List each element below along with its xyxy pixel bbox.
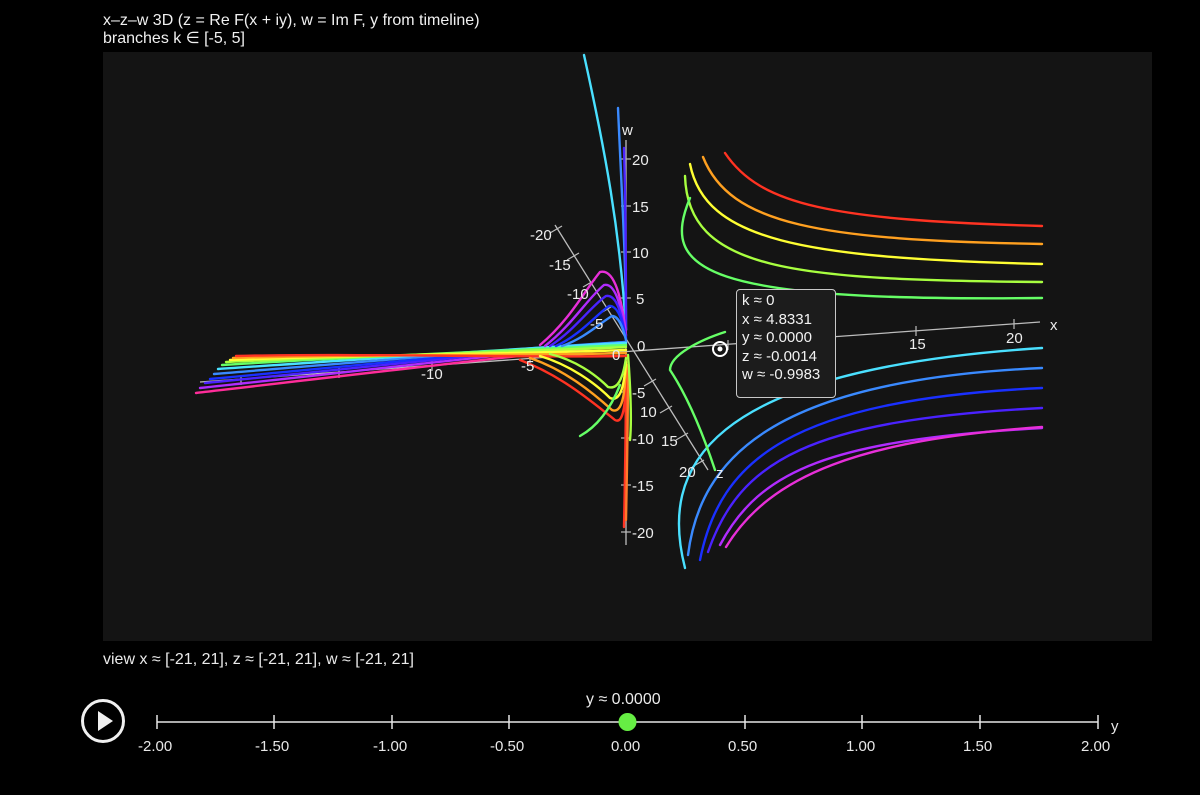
- branch-curve-lime-right: [683, 174, 1044, 284]
- z-tick-label-neg20: -20: [530, 227, 552, 244]
- tooltip-w: w ≈ -0.9983: [742, 366, 821, 383]
- branch-curve-cyan-spike: [582, 53, 628, 332]
- branch-curve-indigo-right: [706, 406, 1044, 554]
- branch-curve-green-right: [680, 196, 1044, 300]
- tooltip-z: z ≈ -0.0014: [742, 347, 817, 365]
- w-tick-label-neg20: -20: [632, 525, 654, 542]
- z-tick-label-neg10: -10: [567, 286, 589, 303]
- w-tick-label-neg5: -5: [632, 385, 645, 402]
- origin-label-w: 0: [637, 338, 645, 355]
- z-tick-label-neg5: -5: [590, 316, 603, 333]
- w-tick-label-neg15: -15: [632, 478, 654, 495]
- play-icon: [98, 711, 113, 731]
- timeline-svg[interactable]: -2.00 -1.50 -1.00 -0.50 0.00 0.50 1.00 1…: [130, 690, 1130, 760]
- title-line-2: branches k ∈ [-5, 5]: [103, 30, 245, 47]
- hover-tooltip: k ≈ 0 x ≈ 4.8331 y ≈ 0.0000 z ≈ -0.0014 …: [736, 289, 836, 398]
- x-tick-label-15: 15: [909, 336, 926, 353]
- z-axis-label: z: [716, 465, 724, 482]
- view-range-text: view x ≈ [-21, 21], z ≈ [-21, 21], w ≈ […: [103, 651, 414, 668]
- slider-thumb[interactable]: [618, 713, 637, 731]
- z-tick-label-neg15: -15: [549, 257, 571, 274]
- x-tick-label-neg5: -5: [521, 358, 534, 375]
- branch-curve-blue-right: [698, 386, 1044, 562]
- slider-tick-label-8: 2.00: [1081, 738, 1110, 755]
- w-tick-label-neg10: -10: [632, 431, 654, 448]
- title-line-1: x–z–w 3D (z = Re F(x + iy), w = Im F, y …: [103, 12, 480, 29]
- slider-tick-label-5: 0.50: [728, 738, 757, 755]
- play-button[interactable]: [81, 699, 125, 743]
- timeline-slider[interactable]: -2.00 -1.50 -1.00 -0.50 0.00 0.50 1.00 1…: [130, 690, 1130, 760]
- slider-tick-label-3: -0.50: [490, 738, 524, 755]
- z-tick-label-15: 15: [661, 433, 678, 450]
- branch-curve-violet-right: [718, 426, 1044, 547]
- slider-tick-label-1: -1.50: [255, 738, 289, 755]
- x-axis-label: x: [1050, 317, 1058, 334]
- z-tick-label-20: 20: [679, 464, 696, 481]
- slider-tick-label-4: 0.00: [611, 738, 640, 755]
- w-tick-label-10: 10: [632, 245, 649, 262]
- w-tick-label-15: 15: [632, 199, 649, 216]
- slider-tick-label-0: -2.00: [138, 738, 172, 755]
- tooltip-k: k ≈ 0: [742, 292, 775, 309]
- w-axis-label: w: [621, 122, 633, 139]
- w-tick-label-5: 5: [636, 291, 644, 308]
- x-tick-label-neg10: -10: [421, 366, 443, 383]
- tooltip-y: y ≈ 0.0000: [742, 329, 812, 346]
- tooltip-x: x ≈ 4.8331: [742, 310, 812, 328]
- hover-point-marker: [712, 341, 728, 357]
- x-tick-label-20: 20: [1006, 330, 1023, 347]
- slider-tick-label-6: 1.00: [846, 738, 875, 755]
- plot-title: x–z–w 3D (z = Re F(x + iy), w = Im F, y …: [103, 12, 480, 48]
- branch-curves: [194, 53, 1044, 570]
- w-tick-label-20: 20: [632, 152, 649, 169]
- slider-tick-label-7: 1.50: [963, 738, 992, 755]
- branch-curve-green-mid: [668, 330, 727, 472]
- plot-svg[interactable]: x z w -10 -5 15 20 -20 -15 -10 -5 10 15 …: [103, 52, 1152, 641]
- slider-tick-label-2: -1.00: [373, 738, 407, 755]
- slider-axis-label: y: [1111, 718, 1119, 735]
- origin-label: 0: [612, 347, 620, 364]
- branch-curve-red-right: [723, 151, 1044, 228]
- z-tick-label-10: 10: [640, 404, 657, 421]
- plot-canvas[interactable]: x z w -10 -5 15 20 -20 -15 -10 -5 10 15 …: [103, 52, 1152, 641]
- branch-curve-red-left: [234, 353, 628, 358]
